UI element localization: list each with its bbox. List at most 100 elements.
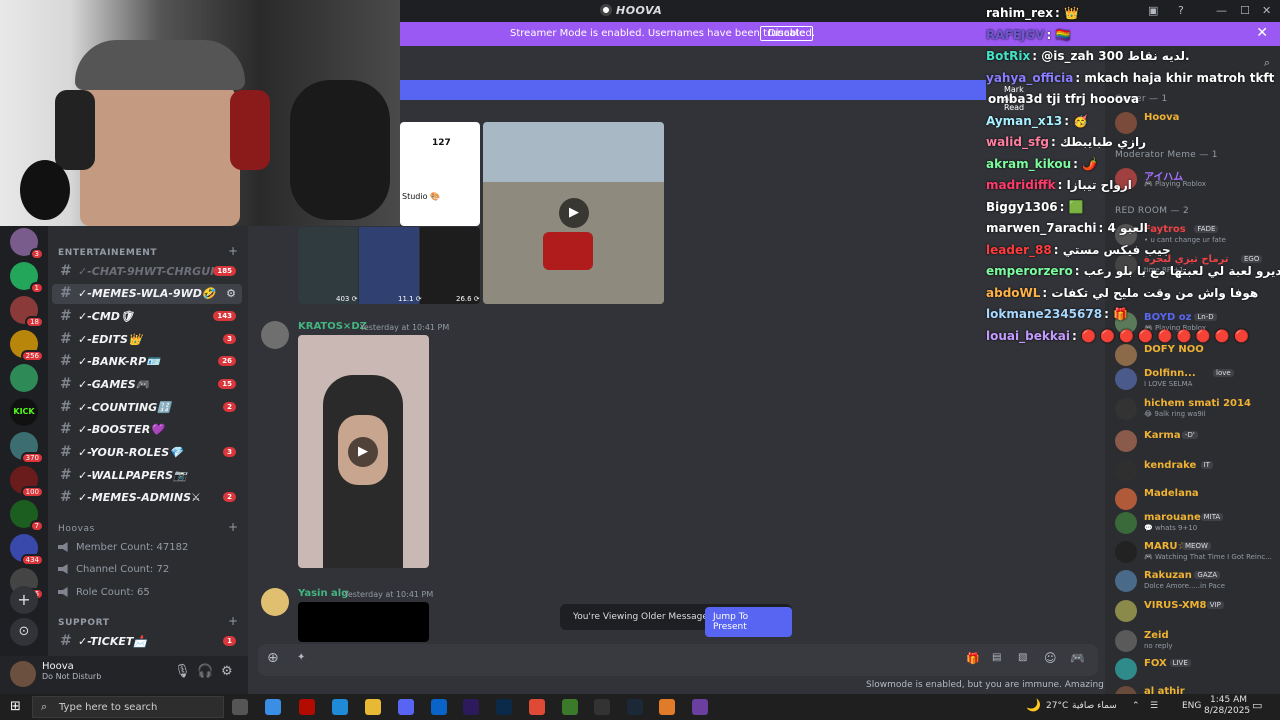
file-explorer-icon[interactable] (365, 699, 381, 715)
app-icon[interactable] (692, 699, 708, 715)
member-row[interactable]: Rakuzan GAZA Dolce Amore.....in Pace (1113, 568, 1278, 594)
channel-wallpapers[interactable]: # ✓-WALLPAPERS📷 (52, 466, 242, 486)
headphones-icon[interactable]: 🎧 (197, 664, 213, 679)
channel-ticket[interactable]: # ✓-TICKET📩 1 (52, 632, 242, 652)
server-tag: LIVE (1169, 659, 1191, 667)
server-icon[interactable]: 3 (10, 228, 44, 260)
chat-line: abdoWL: هوفا واش من وقت مليح لي تكفات (986, 286, 1258, 300)
play-icon[interactable]: ▶ (348, 437, 378, 467)
member-row[interactable]: marouane MITA 💬 whats 9+10 (1113, 510, 1278, 536)
gif-icon[interactable]: ▤ (992, 652, 1001, 663)
server-icon[interactable]: 100 (10, 466, 44, 498)
apps-icon[interactable]: ✦ (297, 652, 305, 663)
network-icon[interactable]: ☰ (1150, 701, 1158, 711)
add-server-icon[interactable]: + (10, 586, 38, 614)
game-icon[interactable]: 🎮 (1070, 651, 1085, 665)
microphone-icon[interactable]: 🎙 (174, 664, 191, 679)
member-row[interactable]: hichem smati 2014 😂 9alk ring wa9il (1113, 396, 1278, 422)
message-author[interactable]: KRATOS×DZ (298, 321, 367, 332)
kick-server-icon[interactable]: KICK (10, 398, 38, 426)
add-attachment-icon[interactable]: ⊕ (267, 650, 279, 666)
clock-time[interactable]: 1:45 AM (1210, 695, 1247, 705)
taskbar-search-input[interactable]: ⌕ Type here to search (32, 696, 224, 718)
member-row[interactable]: VIRUS-XM8 VIP (1113, 598, 1278, 624)
disable-button[interactable]: Disable (760, 26, 814, 41)
app-icon[interactable] (659, 699, 675, 715)
channel-booster[interactable]: # ✓-BOOSTER💜 (52, 420, 242, 440)
channel-memes[interactable]: # ✓-MEMES-WLA-9WD🤣 ⚙ (52, 284, 242, 304)
server-icon[interactable]: 370 (10, 432, 44, 464)
category-support[interactable]: SUPPORT (58, 618, 110, 628)
channel-chat[interactable]: # ✓-CHAT-9HWT-CHRGUI 185 (52, 262, 242, 282)
message-author[interactable]: Yasin alg (298, 588, 348, 599)
tray-chevron-icon[interactable]: ⌃ (1132, 701, 1140, 711)
channel-counting[interactable]: # ✓-COUNTING🔢 2 (52, 398, 242, 418)
channel-bank-rp[interactable]: # ✓-BANK-RP🪪 26 (52, 352, 242, 372)
media-thumbnails[interactable]: 403 ⟳ 11.1 ⟳ 26.6 ⟳ (298, 227, 480, 304)
channel-edits[interactable]: # ✓-EDITS👑 3 (52, 330, 242, 350)
server-icon[interactable]: 7 (10, 500, 44, 532)
notification-icon[interactable]: ▭ (1252, 699, 1262, 712)
close-window-button[interactable]: ✕ (1262, 4, 1271, 17)
category-hoovas[interactable]: Hoovas (58, 524, 95, 534)
category-entertainment[interactable]: ENTERTAINEMENT (58, 248, 157, 258)
search-icon[interactable]: ⌕ (1264, 56, 1270, 70)
explore-icon[interactable]: ⊙ (10, 618, 38, 646)
channel-your-roles[interactable]: # ✓-YOUR-ROLES💎 3 (52, 443, 242, 463)
discord-icon[interactable] (398, 699, 414, 715)
avatar[interactable] (261, 588, 289, 616)
outlook-icon[interactable] (431, 699, 447, 715)
message-composer[interactable]: ⊕ ✦ 🎁 ▤ ▧ ☺ 🎮 (258, 644, 1098, 676)
gift-icon[interactable]: 🎁 (966, 652, 980, 665)
premiere-icon[interactable] (463, 699, 479, 715)
windows-start-icon[interactable]: ⊞ (10, 699, 21, 714)
sticker-icon[interactable]: ▧ (1018, 652, 1027, 663)
obs-icon[interactable] (594, 699, 610, 715)
clock-date[interactable]: 8/28/2025 (1204, 706, 1250, 716)
steam-icon[interactable] (627, 699, 643, 715)
task-view-icon[interactable] (232, 699, 248, 715)
server-icon[interactable]: 18 (10, 296, 44, 328)
settings-icon[interactable]: ⚙ (226, 287, 236, 300)
chat-username: akram_kikou (986, 156, 1072, 171)
store-icon[interactable] (265, 699, 281, 715)
play-icon[interactable]: ▶ (559, 198, 589, 228)
avatar[interactable] (10, 661, 36, 687)
settings-icon[interactable]: ⚙ (221, 664, 233, 679)
media-video[interactable] (298, 602, 429, 642)
channel-cmd[interactable]: # ✓-CMD🛡 143 (52, 307, 242, 327)
edge-icon[interactable] (332, 699, 348, 715)
media-video[interactable]: ▶ (298, 335, 429, 568)
add-channel-icon[interactable]: + (228, 614, 238, 628)
member-row[interactable]: kendrake IT (1113, 458, 1278, 484)
close-icon[interactable]: ✕ (1256, 25, 1268, 41)
member-row[interactable]: FOX LIVE (1113, 656, 1278, 682)
add-channel-icon[interactable]: + (228, 520, 238, 534)
language-indicator[interactable]: ENG (1182, 701, 1201, 711)
jump-to-present-button[interactable]: Jump To Present (705, 607, 792, 637)
server-icon[interactable]: 434 (10, 534, 44, 566)
server-icon[interactable]: 1 (10, 262, 44, 294)
new-messages-bar[interactable]: Mark As Read (400, 80, 1024, 112)
channel-games[interactable]: # ✓-GAMES🎮 15 (52, 375, 242, 395)
emoji-icon[interactable]: ☺ (1044, 651, 1057, 665)
illustrator-icon[interactable] (299, 699, 315, 715)
maximize-button[interactable]: ☐ (1240, 4, 1250, 17)
member-name: kendrake (1144, 460, 1197, 471)
media-video[interactable]: ▶ (483, 122, 664, 304)
avatar[interactable] (261, 321, 289, 349)
member-row[interactable]: MARU☆ MEOW 🎮 Watching That Time I Got Rein… (1113, 539, 1278, 565)
member-row[interactable]: Karma -D' (1113, 428, 1278, 454)
member-row[interactable]: Zeid no reply (1113, 628, 1278, 654)
server-icon[interactable]: 256 (10, 330, 44, 362)
message-timestamp: Yesterday at 10:41 PM (360, 323, 450, 332)
channel-memes-admins[interactable]: # ✓-MEMES-ADMINS⚔ 2 (52, 488, 242, 508)
member-row[interactable]: Madelana (1113, 486, 1278, 512)
photoshop-icon[interactable] (496, 699, 512, 715)
add-channel-icon[interactable]: + (228, 244, 238, 258)
server-icon[interactable] (10, 364, 38, 392)
member-row[interactable]: Dolfinn... love I LOVE SELMA (1113, 366, 1278, 392)
app-icon[interactable] (562, 699, 578, 715)
media-image[interactable]: 127 Studio 🎨 (400, 122, 480, 226)
chrome-icon[interactable] (529, 699, 545, 715)
